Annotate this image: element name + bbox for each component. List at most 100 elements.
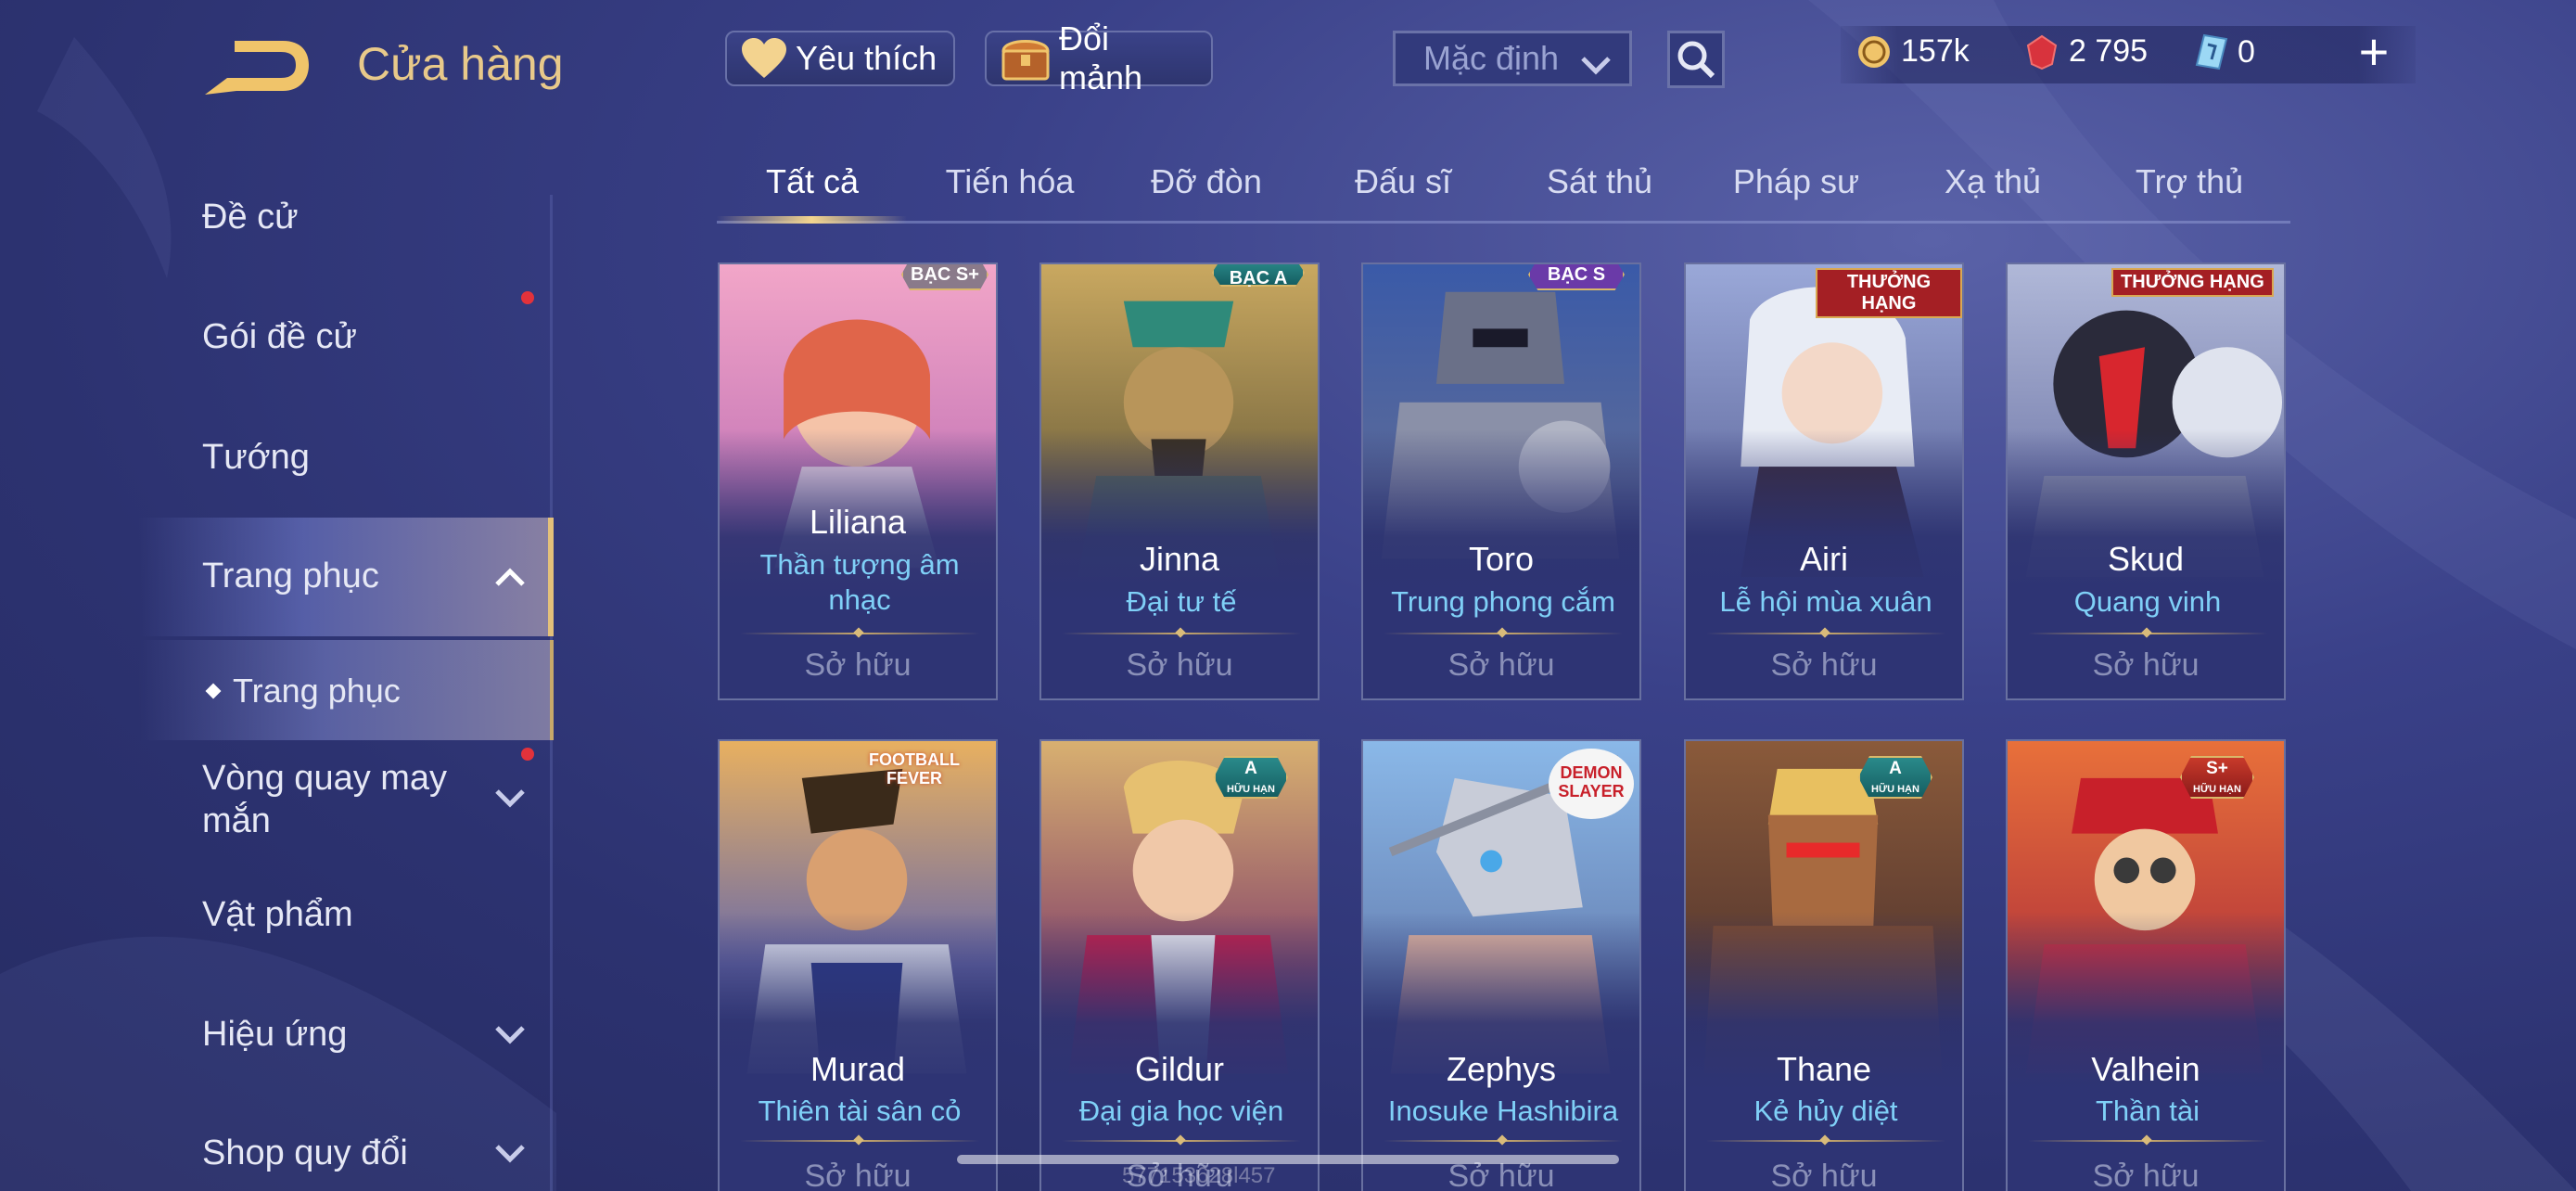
sidebar-item-items[interactable]: Vật phẩm bbox=[202, 895, 353, 935]
hero-name: Toro bbox=[1468, 540, 1535, 578]
tab-assassin[interactable]: Sát thủ bbox=[1547, 162, 1652, 201]
ruby-icon bbox=[2024, 34, 2060, 70]
skin-tier-badge: BẠC S+ bbox=[901, 264, 988, 290]
skin-tier-badge: THƯỞNG HẠNG bbox=[2111, 268, 2274, 297]
skin-card[interactable]: FOOTBALL FEVER Murad Thiên tài sân cỏ Sở… bbox=[718, 739, 998, 1191]
skin-tier-badge: BẠC S bbox=[1528, 264, 1625, 290]
chevron-up-icon bbox=[495, 568, 525, 586]
notification-dot bbox=[521, 748, 534, 761]
search-button[interactable] bbox=[1667, 31, 1725, 88]
skin-name: Lễ hội mùa xuân bbox=[1719, 585, 1932, 618]
sidebar-item-exchange-shop[interactable]: Shop quy đổi bbox=[202, 1133, 408, 1173]
hero-name: Valhein bbox=[2091, 1050, 2200, 1088]
hero-name: Airi bbox=[1800, 540, 1848, 578]
tab-fighter[interactable]: Đấu sĩ bbox=[1355, 162, 1451, 201]
skin-name: Đại tư tế bbox=[1126, 585, 1237, 618]
tab-evolution[interactable]: Tiến hóa bbox=[946, 162, 1075, 201]
exchange-label: Đổi mảnh bbox=[1059, 19, 1143, 96]
tab-mage[interactable]: Pháp sư bbox=[1733, 162, 1859, 201]
sidebar-item-effects[interactable]: Hiệu ứng bbox=[202, 1015, 347, 1055]
sidebar-subitem-skins[interactable]: Trang phục bbox=[233, 672, 401, 711]
watermark-text: 577153628l457 bbox=[1122, 1163, 1276, 1188]
hero-name: Zephys bbox=[1446, 1050, 1557, 1088]
sidebar-item-skins[interactable]: Trang phục bbox=[202, 557, 379, 596]
sidebar-item-featured[interactable]: Đề cử bbox=[202, 198, 299, 237]
treasure-chest-icon bbox=[1000, 34, 1052, 83]
skin-card[interactable]: BẠC S Toro Trung phong cắm Sở hữu bbox=[1361, 263, 1641, 700]
skin-card[interactable]: BẠC A Jinna Đại tư tế Sở hữu bbox=[1039, 263, 1320, 700]
voucher-currency: 0 bbox=[2195, 33, 2255, 70]
limited-label: HỮU HẠN bbox=[2193, 784, 2241, 795]
tier-letter: A bbox=[1244, 759, 1257, 778]
gold-value: 157k bbox=[1901, 33, 1970, 69]
hero-name: Skud bbox=[2107, 540, 2185, 578]
limited-label: HỮU HẠN bbox=[1227, 784, 1275, 795]
tier-letter: S+ bbox=[2206, 759, 2228, 778]
search-icon bbox=[1677, 41, 1715, 79]
owned-status: Sở hữu bbox=[2092, 1159, 2200, 1191]
ruby-value: 2 795 bbox=[2069, 33, 2149, 69]
collab-badge: DEMON SLAYER bbox=[1549, 749, 1634, 819]
voucher-icon bbox=[2195, 33, 2228, 70]
tab-all[interactable]: Tất cả bbox=[766, 162, 859, 201]
skin-name: Inosuke Hashibira bbox=[1387, 1095, 1619, 1127]
plus-icon: + bbox=[2358, 22, 2390, 81]
tab-bar-line bbox=[717, 221, 2290, 224]
hero-name: Liliana bbox=[809, 503, 907, 541]
skin-tier-badge: A HỮU HẠN bbox=[1858, 756, 1932, 799]
skin-tier-badge: BẠC A bbox=[1212, 264, 1305, 287]
skin-name: Đại gia học viện bbox=[1078, 1095, 1284, 1127]
chevron-down-icon bbox=[495, 789, 525, 808]
skin-name: Thiên tài sân cỏ bbox=[758, 1095, 962, 1127]
heart-icon bbox=[740, 37, 788, 80]
favorite-label: Yêu thích bbox=[796, 39, 937, 77]
skin-tier-badge: A HỮU HẠN bbox=[1214, 756, 1288, 799]
ruby-currency: 2 795 bbox=[2024, 33, 2148, 70]
tab-support[interactable]: Trợ thủ bbox=[2136, 162, 2243, 201]
hero-name: Jinna bbox=[1139, 540, 1220, 578]
back-button[interactable] bbox=[199, 37, 311, 100]
skin-card[interactable]: A HỮU HẠN Thane Kẻ hủy diệt Sở hữu bbox=[1684, 739, 1964, 1191]
skin-tier-badge: S+ HỮU HẠN bbox=[2180, 756, 2254, 799]
gold-coin-icon bbox=[1856, 34, 1892, 70]
owned-status: Sở hữu bbox=[1770, 1159, 1878, 1191]
skin-card[interactable]: BẠC S+ Liliana Thần tượng âm nhạc Sở hữu bbox=[718, 263, 998, 700]
page-title: Cửa hàng bbox=[357, 38, 564, 90]
owned-status: Sở hữu bbox=[2092, 647, 2200, 683]
sidebar-item-lucky-spin[interactable]: Vòng quay may mắn bbox=[202, 757, 499, 842]
owned-status: Sở hữu bbox=[804, 647, 912, 683]
skin-name: Quang vinh bbox=[2073, 585, 2222, 618]
owned-status: Sở hữu bbox=[1447, 647, 1555, 683]
sidebar-item-featured-packs[interactable]: Gói đề cử bbox=[202, 317, 357, 357]
tab-marksman[interactable]: Xạ thủ bbox=[1945, 162, 2041, 201]
skin-name: Trung phong cắm bbox=[1391, 585, 1615, 618]
skin-name: Kẻ hủy diệt bbox=[1753, 1095, 1898, 1127]
hero-name: Thane bbox=[1776, 1050, 1872, 1088]
skin-card[interactable]: THƯỞNG HẠNG Airi Lễ hội mùa xuân Sở hữu bbox=[1684, 263, 1964, 700]
skin-name: Thần tượng âm nhạc bbox=[759, 548, 960, 616]
owned-status: Sở hữu bbox=[1770, 647, 1878, 683]
tab-tank[interactable]: Đỡ đòn bbox=[1151, 162, 1262, 201]
home-indicator[interactable] bbox=[957, 1155, 1619, 1164]
gold-currency: 157k bbox=[1856, 33, 1970, 70]
skin-tier-badge: THƯỞNG HẠNG bbox=[1816, 268, 1962, 318]
chevron-down-icon bbox=[1579, 46, 1613, 85]
skin-card[interactable]: S+ HỮU HẠN Valhein Thần tài Sở hữu bbox=[2006, 739, 2286, 1191]
limited-label: HỮU HẠN bbox=[1871, 784, 1919, 795]
sort-select-value: Mặc định bbox=[1423, 39, 1560, 77]
skin-card[interactable]: THƯỞNG HẠNG Skud Quang vinh Sở hữu bbox=[2006, 263, 2286, 700]
chevron-down-icon bbox=[495, 1026, 525, 1044]
skin-card[interactable]: A HỮU HẠN Gildur Đại gia học viện Sở hữu bbox=[1039, 739, 1320, 1191]
exchange-fragments-button[interactable]: Đổi mảnh bbox=[985, 19, 1213, 96]
sort-select[interactable]: Mặc định bbox=[1393, 31, 1632, 86]
hero-name: Gildur bbox=[1134, 1050, 1225, 1088]
owned-status: Sở hữu bbox=[804, 1159, 912, 1191]
sidebar-item-heroes[interactable]: Tướng bbox=[202, 438, 310, 478]
skin-name: Thần tài bbox=[2095, 1095, 2200, 1127]
back-arrow-icon bbox=[205, 41, 309, 95]
tier-letter: A bbox=[1889, 759, 1902, 778]
add-currency-button[interactable]: + bbox=[2351, 26, 2397, 80]
event-badge: FOOTBALL FEVER bbox=[869, 750, 960, 788]
skin-card[interactable]: DEMON SLAYER Zephys Inosuke Hashibira Sở… bbox=[1361, 739, 1641, 1191]
favorite-button[interactable]: Yêu thích bbox=[725, 31, 955, 86]
